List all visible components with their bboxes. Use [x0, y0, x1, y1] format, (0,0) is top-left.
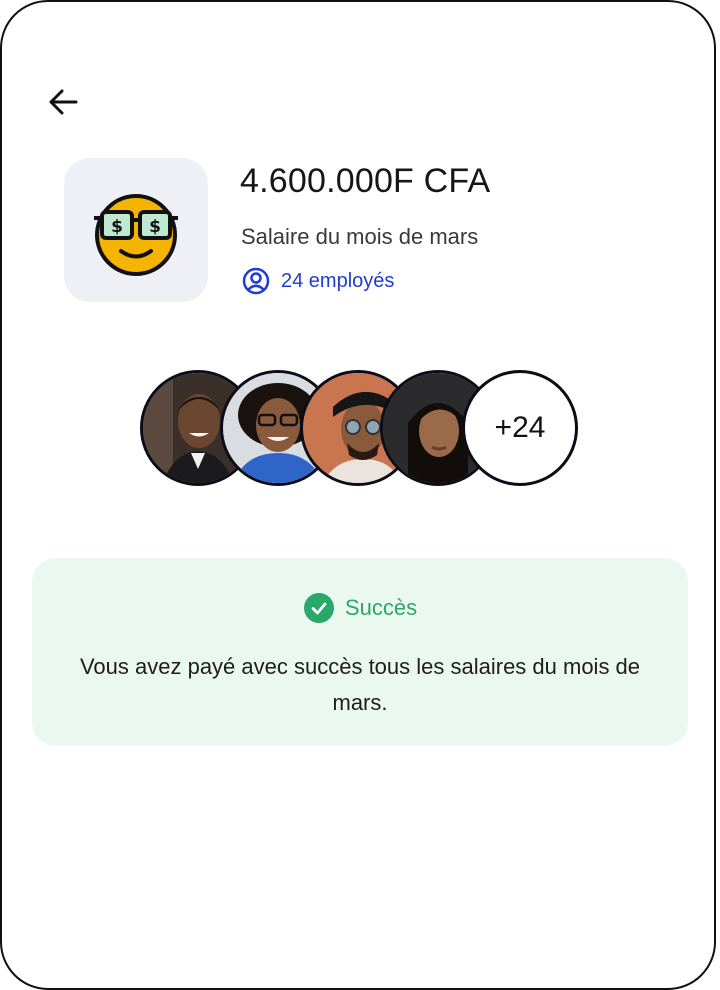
payment-description: Salaire du mois de mars — [241, 224, 479, 249]
employees-count-label: 24 employés — [281, 269, 395, 292]
employees-link[interactable]: 24 employés — [241, 266, 394, 296]
payment-icon-tile: $ $ — [64, 158, 208, 302]
arrow-left-icon — [49, 89, 78, 115]
success-title: Succès — [344, 595, 418, 620]
svg-text:$: $ — [111, 217, 123, 237]
money-eyes-smiley-icon: $ $ — [94, 194, 178, 276]
success-header: Succès — [303, 592, 417, 624]
success-message: Vous avez payé avec succès tous les sala… — [79, 654, 641, 715]
svg-text:$: $ — [149, 217, 161, 237]
phone-frame — [0, 0, 716, 990]
more-employees-badge[interactable]: +24 — [462, 370, 578, 486]
employee-avatar-group[interactable]: +24 — [140, 370, 600, 490]
back-button[interactable] — [42, 82, 86, 122]
success-card: Succès Vous avez payé avec succès tous l… — [32, 558, 688, 746]
payment-amount: 4.600.000F CFA — [240, 162, 491, 200]
check-circle-icon — [303, 593, 334, 623]
user-circle-icon — [242, 267, 270, 295]
